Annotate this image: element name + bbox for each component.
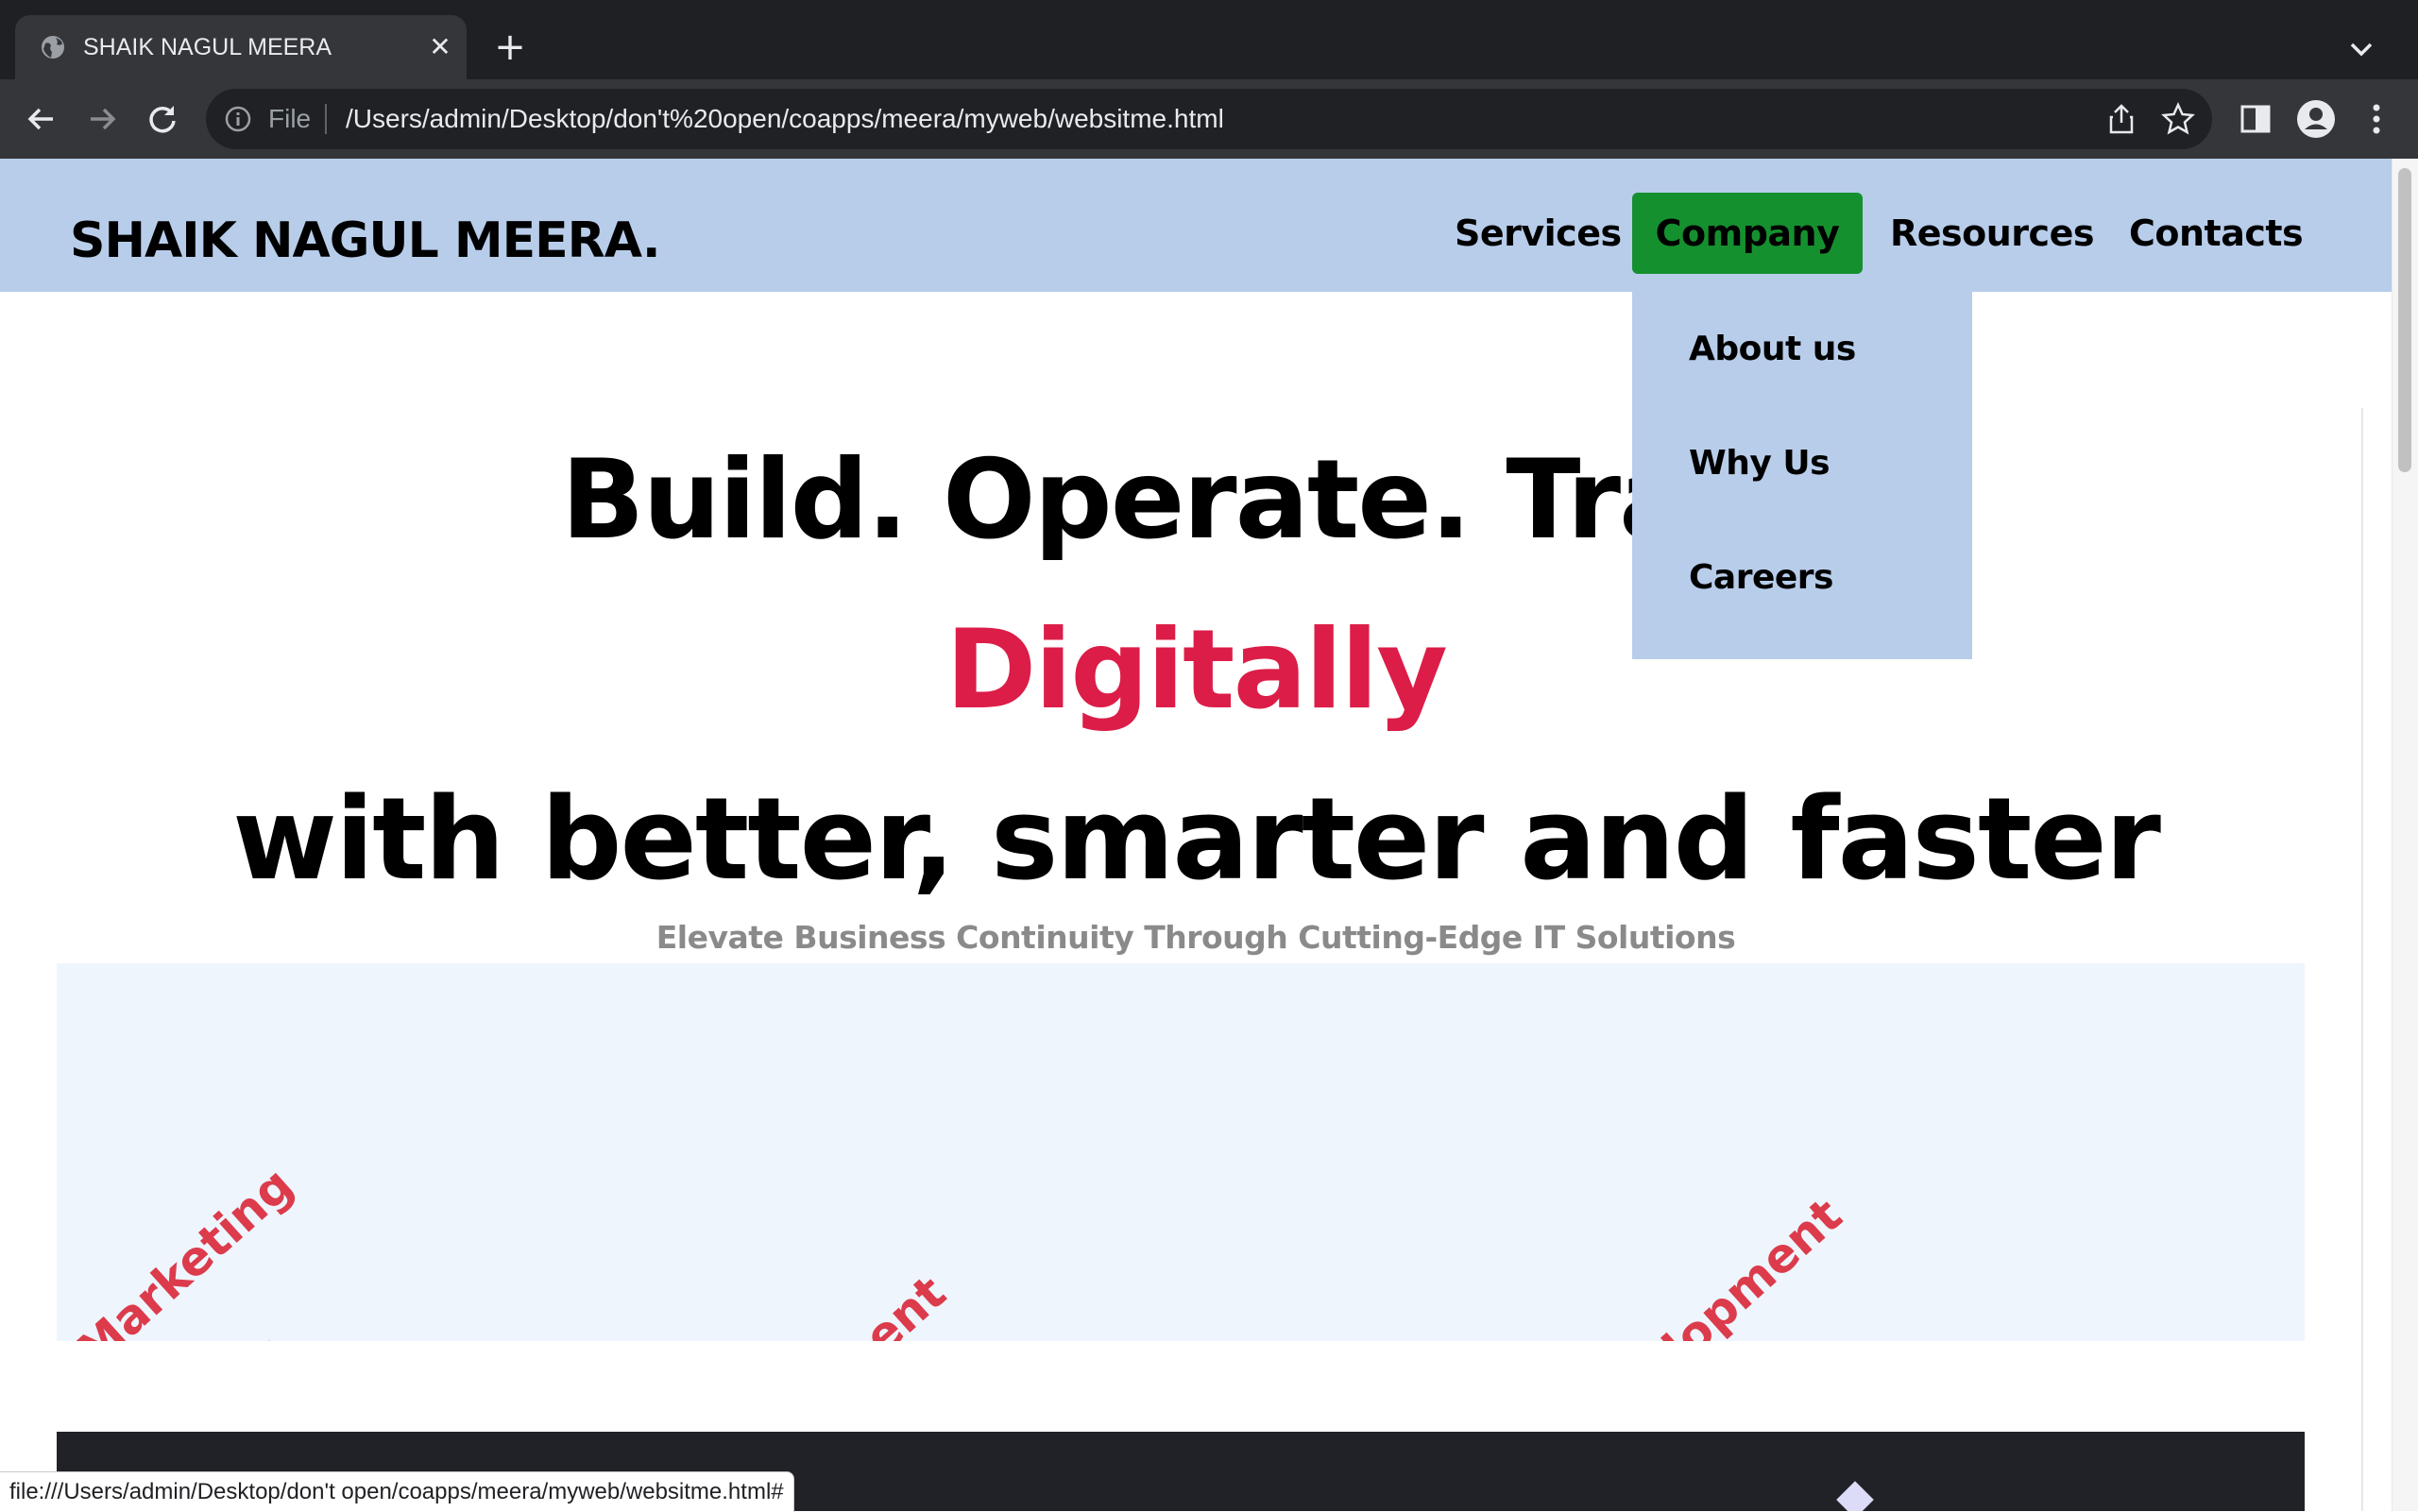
service-label: oment xyxy=(793,1266,956,1341)
page-scrollbar-thumb[interactable] xyxy=(2398,168,2411,472)
close-icon[interactable]: ✕ xyxy=(425,32,455,62)
nav-contacts[interactable]: Contacts xyxy=(2129,193,2304,274)
nav-company[interactable]: Company xyxy=(1632,193,1863,274)
hero-heading-line3: with better, smarter and faster xyxy=(232,774,2161,906)
service-label: ing xyxy=(198,1325,298,1341)
url-text[interactable]: /Users/admin/Desktop/don't%20open/coapps… xyxy=(346,100,1224,138)
dropdown-item-careers[interactable]: Careers xyxy=(1689,554,1833,602)
side-panel-icon[interactable] xyxy=(2233,96,2278,142)
divider xyxy=(325,104,327,134)
profile-icon[interactable] xyxy=(2293,96,2339,142)
reload-icon[interactable] xyxy=(140,96,185,142)
tab-title: SHAIK NAGUL MEERA xyxy=(83,34,332,60)
tab-strip: SHAIK NAGUL MEERA ✕ + xyxy=(0,0,2418,79)
chevron-down-icon[interactable] xyxy=(2341,28,2382,70)
services-marquee: l Marketing ing oment velopment ity xyxy=(57,963,2305,1341)
hero-heading-line1: Build. Operate. Trans xyxy=(561,436,1832,564)
globe-icon xyxy=(42,36,64,59)
browser-toolbar: File /Users/admin/Desktop/don't%20open/c… xyxy=(0,79,2418,160)
address-bar[interactable]: File /Users/admin/Desktop/don't%20open/c… xyxy=(206,89,2212,149)
forward-icon[interactable] xyxy=(79,96,125,142)
kebab-menu-icon[interactable] xyxy=(2354,96,2399,142)
browser-tab[interactable]: SHAIK NAGUL MEERA ✕ xyxy=(15,15,467,79)
service-label: velopment xyxy=(1606,1187,1853,1341)
plus-icon[interactable]: + xyxy=(489,26,531,68)
url-scheme: File xyxy=(268,104,312,133)
star-icon[interactable] xyxy=(2159,100,2197,138)
inner-scroll-divider xyxy=(2361,408,2363,1511)
hero-tagline: Elevate Business Continuity Through Cutt… xyxy=(656,919,1736,956)
company-dropdown: About us Why Us Careers xyxy=(1632,292,1972,659)
nav-resources[interactable]: Resources xyxy=(1890,193,2094,274)
page-viewport: SHAIK NAGUL MEERA. Services Company Reso… xyxy=(0,159,2392,1511)
dropdown-item-why-us[interactable]: Why Us xyxy=(1689,440,1831,487)
nav-services[interactable]: Services xyxy=(1455,193,1622,274)
status-bubble: file:///Users/admin/Desktop/don't open/c… xyxy=(0,1471,794,1512)
site-header: SHAIK NAGUL MEERA. Services Company Reso… xyxy=(0,159,2392,292)
dropdown-item-about-us[interactable]: About us xyxy=(1689,326,1856,373)
service-label: l Marketing xyxy=(57,1157,304,1341)
back-icon[interactable] xyxy=(19,96,64,142)
info-icon[interactable] xyxy=(223,104,253,134)
site-logo[interactable]: SHAIK NAGUL MEERA. xyxy=(70,208,661,274)
share-icon[interactable] xyxy=(2104,102,2138,136)
hero-heading-accent: Digitally xyxy=(945,606,1448,734)
